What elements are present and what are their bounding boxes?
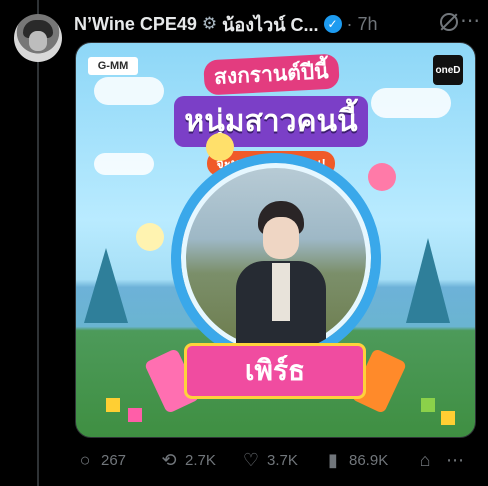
name-banner: เพิร์ธ	[184, 343, 366, 399]
action-bar: ○ 267 ⟲ 2.7K ♡ 3.7K ▮ 86.9K ⌂ ⋯	[75, 448, 474, 472]
flower-icon	[136, 223, 164, 251]
gear-badge-icon: ⚙	[201, 14, 218, 33]
like-button[interactable]: ♡ 3.7K	[241, 450, 323, 471]
headline-top: สงกรานต์ปีนี้	[202, 53, 340, 96]
headline-group: สงกรานต์ปีนี้ หนุ่มสาวคนนี้ จะมาสาดน้ำใส…	[156, 53, 386, 176]
more-icon[interactable]: ⋯	[460, 8, 480, 33]
oned-logo: oneD	[433, 55, 463, 85]
grok-icon[interactable]	[440, 13, 458, 31]
gmm-logo: G-MM	[88, 57, 138, 75]
repost-count: 2.7K	[185, 451, 216, 469]
flower-icon	[206, 133, 234, 161]
flag-icon	[421, 398, 435, 412]
share-icon: ⋯	[446, 449, 464, 470]
like-icon: ♡	[242, 449, 260, 470]
person-photo	[236, 201, 326, 353]
post-image[interactable]: G-MM oneD สงกรานต์ปีนี้ หนุ่มสาวคนนี้ จะ…	[75, 42, 476, 438]
reply-count: 267	[101, 451, 127, 469]
post-header: N’Wine CPE49 ⚙ น้องไวน์ C... ✓ · 7h	[74, 12, 476, 36]
avatar[interactable]	[14, 14, 62, 62]
views-count: 86.9K	[349, 451, 389, 469]
cloud-shape	[94, 153, 154, 175]
photo-frame	[171, 153, 381, 363]
repost-button[interactable]: ⟲ 2.7K	[159, 450, 241, 471]
bookmark-button[interactable]: ⌂	[415, 450, 445, 471]
timestamp[interactable]: 7h	[358, 14, 378, 35]
display-name[interactable]: N’Wine CPE49	[74, 14, 197, 35]
thread-line	[37, 0, 39, 486]
cloud-shape	[94, 77, 164, 105]
repost-icon: ⟲	[161, 449, 177, 470]
share-button[interactable]: ⋯	[445, 450, 465, 471]
temple-silhouette	[406, 238, 450, 323]
flag-icon	[106, 398, 120, 412]
person-shirt	[272, 263, 290, 321]
views-button[interactable]: ▮ 86.9K	[323, 450, 415, 471]
person-head	[263, 217, 299, 259]
flag-icon	[441, 411, 455, 425]
dot-separator: ·	[346, 13, 353, 34]
reply-button[interactable]: ○ 267	[75, 450, 159, 471]
verified-check-icon: ✓	[323, 15, 342, 33]
avatar-face	[29, 31, 47, 51]
headline-main: หนุ่มสาวคนนี้	[174, 96, 368, 147]
flag-icon	[128, 408, 142, 422]
like-count: 3.7K	[267, 451, 298, 469]
flower-icon	[368, 163, 396, 191]
handle-text[interactable]: น้องไวน์ C...	[222, 10, 318, 39]
reply-icon: ○	[79, 449, 91, 470]
views-icon: ▮	[328, 449, 338, 470]
temple-silhouette	[84, 248, 128, 323]
bookmark-icon: ⌂	[419, 449, 431, 470]
